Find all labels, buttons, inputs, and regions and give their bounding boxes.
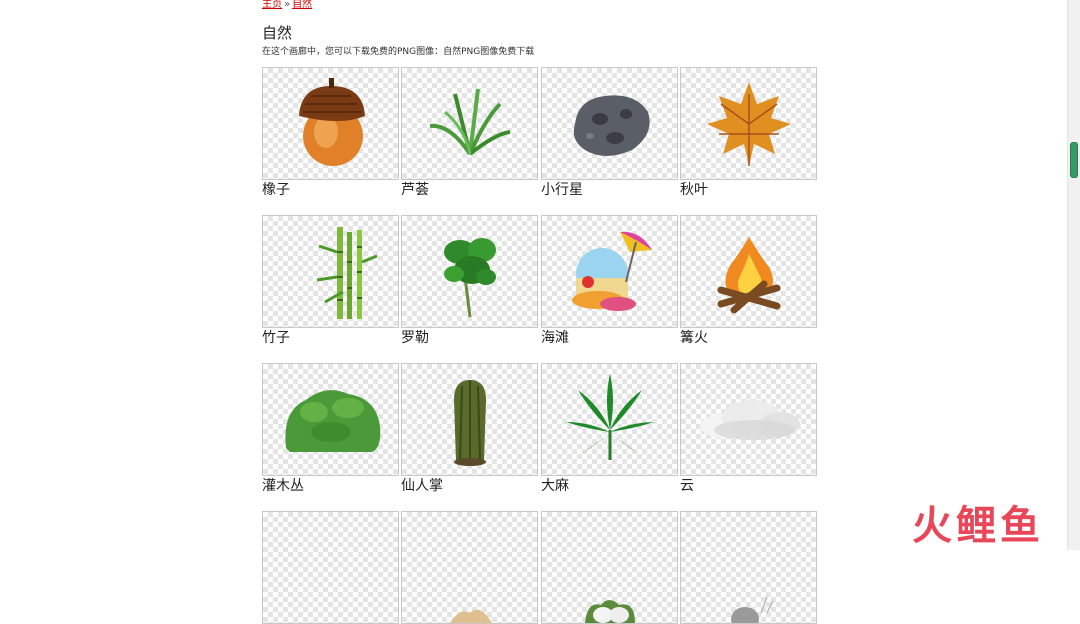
cannabis-leaf-icon xyxy=(565,373,654,460)
thumbnail[interactable] xyxy=(541,67,678,180)
aloe-icon xyxy=(429,88,510,156)
droplet-icon xyxy=(730,596,774,623)
page-title: 自然 xyxy=(262,24,293,42)
thumbnail[interactable] xyxy=(262,215,399,328)
item-caption[interactable]: 秋叶 xyxy=(680,181,817,199)
watermark-logo: 火鲤鱼 xyxy=(912,503,1044,549)
thumbnail[interactable] xyxy=(262,363,399,476)
scrollbar-thumb[interactable] xyxy=(1070,142,1078,178)
gallery-item-bonfire[interactable]: 篝火 xyxy=(680,215,817,347)
autumn-leaf-icon xyxy=(706,81,791,166)
thumbnail[interactable] xyxy=(401,67,538,180)
acorn-icon xyxy=(298,77,365,166)
item-caption[interactable]: 罗勒 xyxy=(401,329,538,347)
thumbnail[interactable] xyxy=(680,511,817,624)
vertical-scrollbar[interactable] xyxy=(1067,0,1080,550)
thumbnail[interactable] xyxy=(541,215,678,328)
breadcrumb-separator: » xyxy=(284,0,291,10)
breadcrumb-home-link[interactable]: 主页 xyxy=(262,0,282,10)
gallery-item-partial-1[interactable] xyxy=(262,511,399,624)
item-caption[interactable]: 灌木丛 xyxy=(262,477,399,495)
cotton-icon xyxy=(584,600,635,623)
bamboo-icon xyxy=(316,226,378,319)
gallery-item-acorn[interactable]: 橡子 xyxy=(262,67,399,199)
page-description: 在这个画廊中，您可以下载免费的PNG图像：自然PNG图像免费下载 xyxy=(262,47,535,57)
bush-icon xyxy=(284,389,380,452)
cactus-icon xyxy=(453,379,486,466)
item-caption[interactable]: 竹子 xyxy=(262,329,399,347)
item-caption[interactable]: 小行星 xyxy=(541,181,678,199)
gallery-item-bamboo[interactable]: 竹子 xyxy=(262,215,399,347)
gallery-item-beach[interactable]: 海滩 xyxy=(541,215,678,347)
thumbnail[interactable] xyxy=(262,67,399,180)
gallery-item-cactus[interactable]: 仙人掌 xyxy=(401,363,538,495)
breadcrumb-current-link[interactable]: 自然 xyxy=(292,0,312,10)
gallery-item-asteroid[interactable]: 小行星 xyxy=(541,67,678,199)
gallery-item-partial-2[interactable] xyxy=(401,511,538,624)
asteroid-icon xyxy=(573,94,650,156)
item-caption[interactable]: 云 xyxy=(680,477,817,495)
item-caption[interactable]: 篝火 xyxy=(680,329,817,347)
beach-icon xyxy=(571,231,652,311)
thumbnail[interactable] xyxy=(680,215,817,328)
gallery-item-cannabis[interactable]: 大麻 xyxy=(541,363,678,495)
gallery-item-cloud[interactable]: 云 xyxy=(680,363,817,495)
thumbnail[interactable] xyxy=(262,511,399,624)
thumbnail[interactable] xyxy=(401,363,538,476)
item-caption[interactable]: 仙人掌 xyxy=(401,477,538,495)
item-caption[interactable]: 海滩 xyxy=(541,329,678,347)
gallery-item-basil[interactable]: 罗勒 xyxy=(401,215,538,347)
gallery-item-partial-3[interactable] xyxy=(541,511,678,624)
basil-icon xyxy=(443,237,496,317)
thumbnail[interactable] xyxy=(401,511,538,624)
gallery-item-aloe[interactable]: 芦荟 xyxy=(401,67,538,199)
thumbnail[interactable] xyxy=(401,215,538,328)
thumbnail[interactable] xyxy=(541,363,678,476)
gallery-item-autumn-leaf[interactable]: 秋叶 xyxy=(680,67,817,199)
breadcrumb: 主页» 自然 xyxy=(262,0,312,10)
thumbnail[interactable] xyxy=(680,67,817,180)
cloud-icon xyxy=(699,399,800,440)
gallery-item-bush[interactable]: 灌木丛 xyxy=(262,363,399,495)
gallery-item-partial-4[interactable] xyxy=(680,511,817,624)
item-caption[interactable]: 橡子 xyxy=(262,181,399,199)
thumbnail[interactable] xyxy=(541,511,678,624)
bonfire-icon xyxy=(717,236,780,313)
item-caption[interactable]: 大麻 xyxy=(541,477,678,495)
seashell-icon xyxy=(449,609,492,623)
item-caption[interactable]: 芦荟 xyxy=(401,181,538,199)
thumbnail[interactable] xyxy=(680,363,817,476)
